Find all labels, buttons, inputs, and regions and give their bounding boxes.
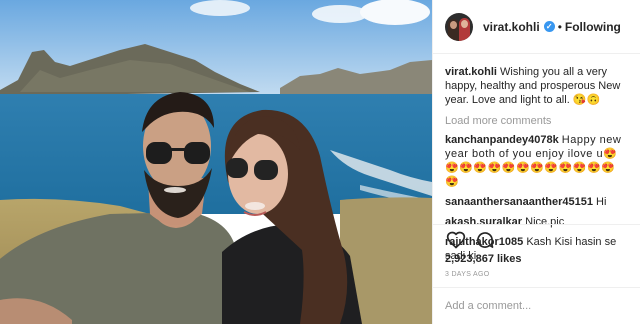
comment-text: Hi [596,196,607,208]
comment-username-link[interactable]: kanchanpandey4078k [445,134,559,146]
post-side-panel: virat.kohli ✓ • Following virat.kohli Wi… [432,0,640,324]
avatar[interactable] [445,12,473,41]
post-actions-bar [433,224,640,252]
caption-username-link[interactable]: virat.kohli [445,66,497,78]
instagram-post: virat.kohli ✓ • Following virat.kohli Wi… [0,0,640,324]
post-caption: virat.kohli Wishing you all a very happy… [445,65,629,107]
comment-item: sanaanthersanaanther45151 Hi [445,195,629,209]
header-username-link[interactable]: virat.kohli [483,20,540,34]
post-timestamp[interactable]: 3 DAYS AGO [445,271,490,278]
couple-selfie-image [0,0,432,324]
verified-badge-icon: ✓ [543,21,555,32]
comment-bubble-icon[interactable] [475,230,495,250]
likes-count[interactable]: 2,923,867 likes [445,253,521,265]
heart-icon[interactable] [446,230,466,250]
post-photo[interactable] [0,0,432,324]
post-header: virat.kohli ✓ • Following [433,0,640,54]
comment-username-link[interactable]: sanaanthersanaanther45151 [445,196,593,208]
comment-item: kanchanpandey4078k Happy new year both o… [445,133,629,189]
load-more-comments-button[interactable]: Load more comments [445,115,629,127]
header-separator: • [557,19,562,34]
add-comment-input[interactable]: Add a comment... [433,287,640,324]
following-button[interactable]: Following [565,20,621,34]
